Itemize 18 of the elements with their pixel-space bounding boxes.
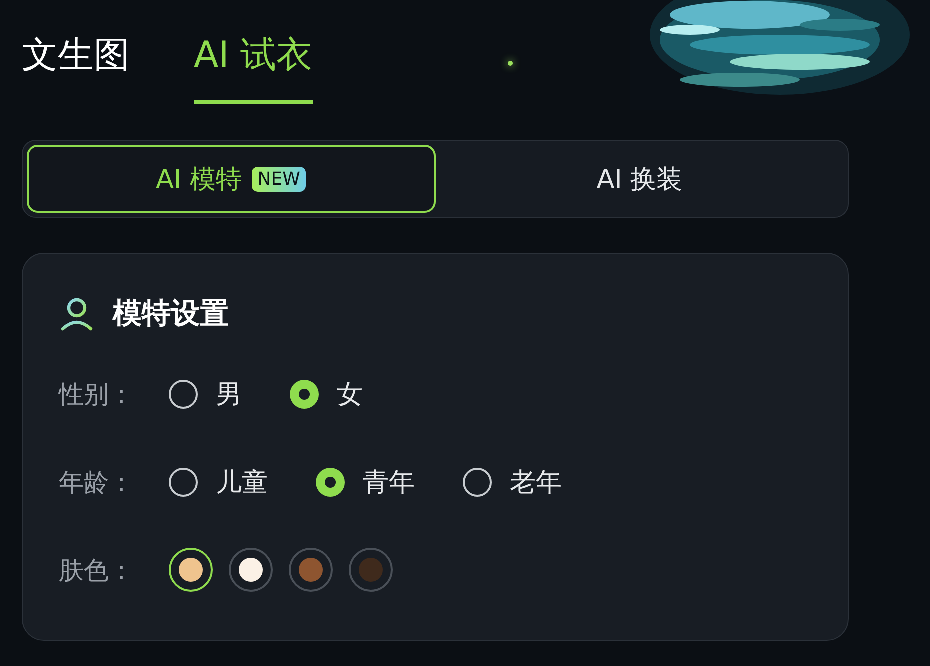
field-label: 性别： bbox=[59, 378, 135, 410]
radio-option[interactable]: 女 bbox=[290, 376, 363, 412]
field-label: 肤色： bbox=[59, 554, 135, 586]
radio-option[interactable]: 老年 bbox=[463, 464, 562, 500]
mode-tab[interactable]: AI 换装 bbox=[436, 145, 844, 213]
radio-option[interactable]: 男 bbox=[169, 376, 242, 412]
mode-tab[interactable]: AI 模特 NEW bbox=[27, 145, 436, 213]
field-label: 年龄： bbox=[59, 466, 135, 498]
skin-swatch[interactable] bbox=[229, 548, 273, 592]
skin-swatch[interactable] bbox=[289, 548, 333, 592]
radio-option[interactable]: 儿童 bbox=[169, 464, 268, 500]
person-icon bbox=[59, 296, 95, 332]
card-title: 模特设置 bbox=[113, 295, 229, 332]
new-badge: NEW bbox=[252, 166, 306, 192]
tab[interactable]: AI 试衣 bbox=[194, 32, 313, 104]
tab[interactable]: 文生图 bbox=[22, 32, 130, 104]
skin-swatch[interactable] bbox=[349, 548, 393, 592]
radio-option[interactable]: 青年 bbox=[316, 464, 415, 500]
